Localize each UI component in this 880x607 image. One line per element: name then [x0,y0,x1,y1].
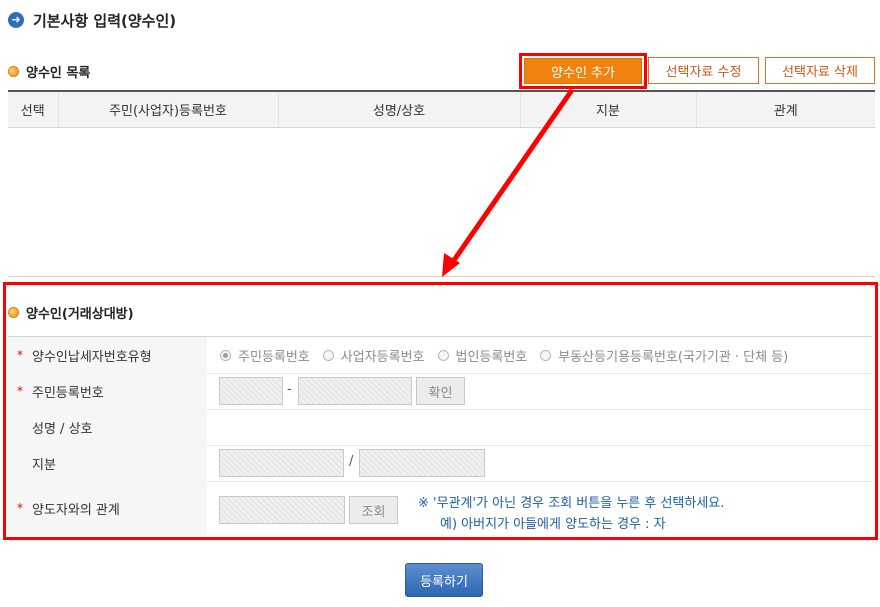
name-label: 성명 / 상호 [32,421,93,437]
share-numerator-input[interactable] [219,449,344,477]
radio-button-checked[interactable] [220,349,231,361]
radio-option-corporate[interactable]: 법인등록번호 [437,346,527,365]
required-marker: * [17,384,23,398]
required-marker: * [17,348,23,362]
radio-button[interactable] [322,349,334,361]
resident-number-label: 주민등록번호 [32,385,104,401]
lookup-button[interactable]: 조회 [349,496,398,524]
relation-note-line2: 예) 아버지가 아들에게 양도하는 경우 : 자 [440,517,666,532]
resident-number-separator: - [287,382,292,397]
resident-number-front-input[interactable] [219,377,283,405]
share-separator: / [349,454,354,469]
id-type-label: 양수인납세자번호유형 [32,349,152,365]
arrow-shaft [447,88,575,268]
radio-button[interactable] [437,349,449,361]
share-label: 지분 [32,457,56,473]
id-type-radio-group: 주민등록번호 사업자등록번호 법인등록번호 부동산등기용등록번호(국가기관 · … [220,337,801,373]
form-row-name: 성명 / 상호 [8,409,872,446]
relation-note-line1: ※ '무관계'가 아닌 경우 조회 버튼을 누른 후 선택하세요. [418,496,725,511]
radio-button[interactable] [540,349,552,361]
radio-option-business[interactable]: 사업자등록번호 [322,346,425,365]
radio-option-resident[interactable]: 주민등록번호 [220,346,310,365]
resident-number-back-input[interactable] [298,377,412,405]
radio-option-real-estate[interactable]: 부동산등기용등록번호(국가기관 · 단체 등) [540,346,788,365]
form-section-header: 양수인(거래상대방) [8,302,134,322]
form-row-id-type: * 양수인납세자번호유형 주민등록번호 사업자등록번호 법인등록번호 부동산등기… [8,337,872,374]
form-section-title: 양수인(거래상대방) [26,306,134,322]
register-submit-button[interactable]: 등록하기 [405,563,483,597]
form-row-relation: * 양도자와의 관계 조회 ※ '무관계'가 아닌 경우 조회 버튼을 누른 후… [8,481,872,535]
share-denominator-input[interactable] [359,449,485,477]
form-row-share: 지분 / [8,445,872,482]
orange-bullet-icon [8,306,19,318]
relation-label: 양도자와의 관계 [32,502,120,518]
relation-input[interactable] [219,496,345,524]
form-row-resident-number: * 주민등록번호 - 확인 [8,373,872,410]
required-marker: * [17,501,23,515]
confirm-button[interactable]: 확인 [416,377,465,405]
